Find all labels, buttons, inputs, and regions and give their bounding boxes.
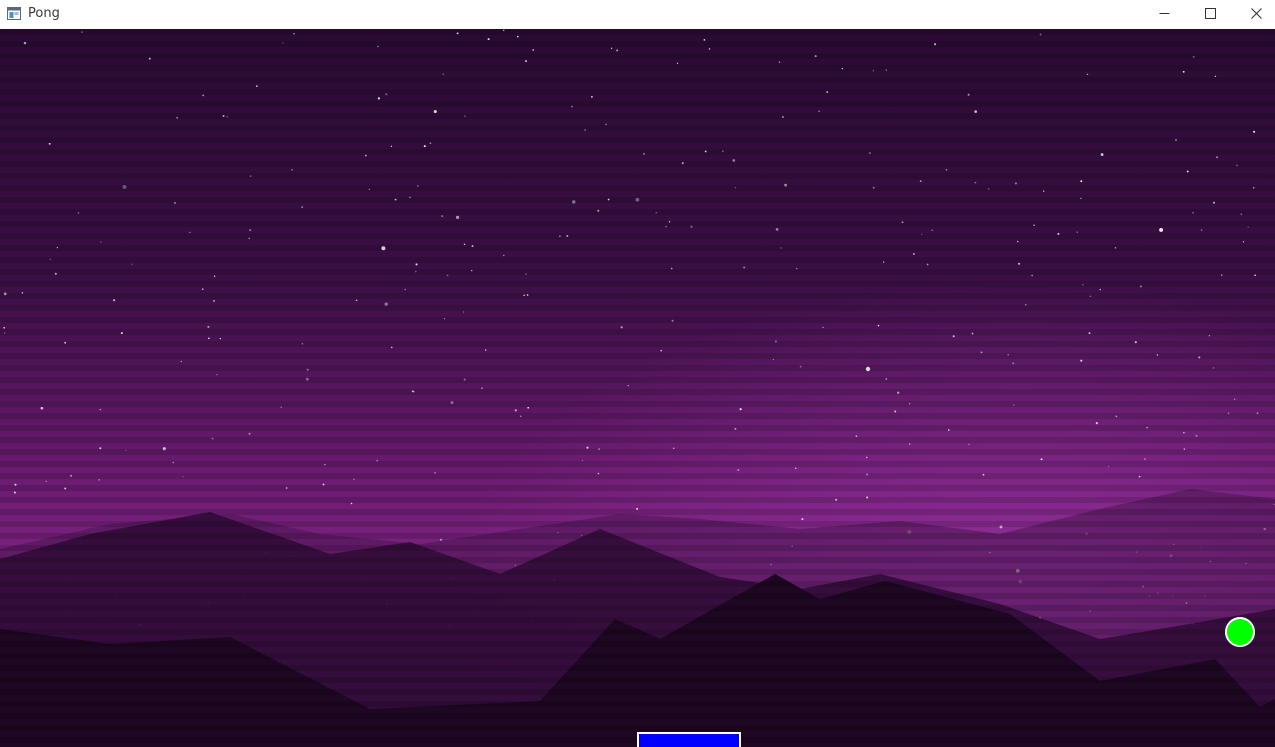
background-scene: [0, 29, 1275, 747]
minimize-icon: [1159, 6, 1170, 24]
pong-window: Pong: [0, 0, 1275, 747]
close-button[interactable]: [1233, 0, 1275, 29]
minimize-button[interactable]: [1141, 0, 1187, 29]
window-title: Pong: [28, 6, 60, 21]
maximize-button[interactable]: [1187, 0, 1233, 29]
title-bar[interactable]: Pong: [0, 0, 1275, 29]
close-icon: [1250, 6, 1262, 24]
game-canvas[interactable]: [0, 29, 1275, 747]
player-paddle[interactable]: [637, 732, 741, 747]
maximize-icon: [1204, 6, 1216, 24]
app-window-icon: [7, 7, 21, 20]
scanlines: [0, 29, 1275, 747]
ball: [1225, 617, 1255, 647]
